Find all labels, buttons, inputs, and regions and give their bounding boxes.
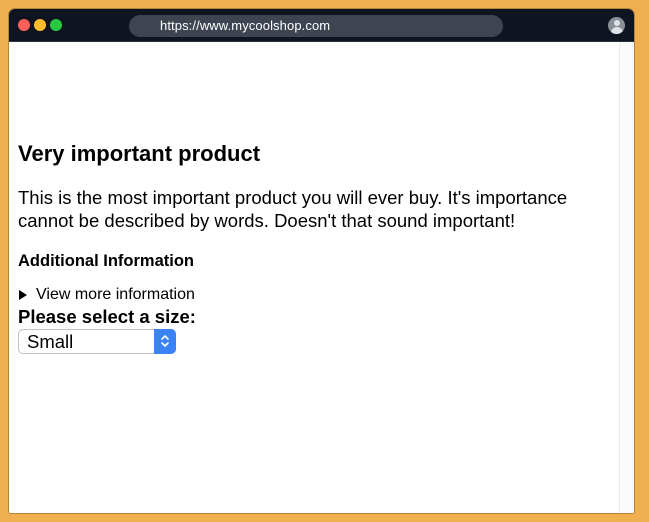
browser-window: https://www.mycoolshop.com Very importan… bbox=[9, 9, 634, 513]
address-bar-url: https://www.mycoolshop.com bbox=[160, 18, 331, 33]
minimize-window-button[interactable] bbox=[34, 19, 46, 31]
product-description: This is the most important product you w… bbox=[18, 187, 568, 231]
select-arrows-icon[interactable] bbox=[154, 329, 176, 354]
close-window-button[interactable] bbox=[18, 19, 30, 31]
size-select-value: Small bbox=[27, 331, 74, 352]
product-content: Very important product This is the most … bbox=[18, 140, 618, 354]
size-select[interactable]: Small bbox=[18, 329, 176, 354]
additional-info-heading: Additional Information bbox=[18, 252, 194, 270]
disclosure-triangle-icon bbox=[19, 290, 27, 300]
address-bar[interactable]: https://www.mycoolshop.com bbox=[129, 15, 503, 37]
product-title: Very important product bbox=[18, 141, 261, 166]
browser-titlebar: https://www.mycoolshop.com bbox=[9, 9, 634, 42]
view-more-info-label: View more information bbox=[36, 286, 195, 303]
vertical-scrollbar[interactable] bbox=[619, 42, 634, 513]
size-select-label: Please select a size: bbox=[18, 306, 196, 327]
maximize-window-button[interactable] bbox=[50, 19, 62, 31]
page-viewport: Very important product This is the most … bbox=[9, 42, 634, 513]
view-more-info-toggle[interactable]: View more information bbox=[18, 285, 618, 305]
profile-icon[interactable] bbox=[608, 17, 625, 34]
